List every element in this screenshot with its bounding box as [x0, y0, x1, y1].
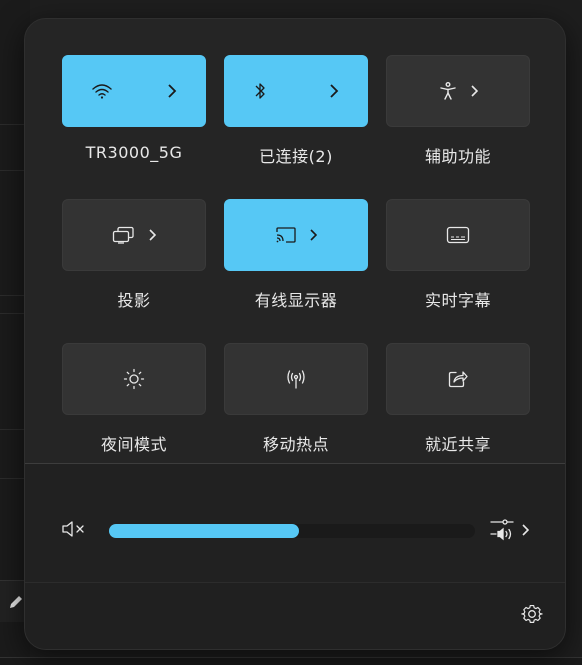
taskbar-edge	[0, 657, 582, 665]
night-light-tile[interactable]	[62, 343, 206, 415]
cast-label: 有线显示器	[254, 291, 338, 310]
project-tile[interactable]	[62, 199, 206, 271]
captions-label: 实时字幕	[424, 291, 491, 310]
hotspot-tile[interactable]	[224, 343, 368, 415]
quick-settings-grid: TR3000_5G 已连接(2) 辅助功能 投影 有线显示器 实时字幕 夜间模式…	[62, 55, 530, 487]
accessibility-icon	[438, 81, 458, 101]
bluetooth-tile[interactable]	[224, 55, 368, 127]
wifi-tile[interactable]	[62, 55, 206, 127]
tile-cell-accessibility: 辅助功能	[386, 55, 530, 199]
volume-slider-fill	[109, 524, 300, 538]
bluetooth-icon	[253, 81, 267, 101]
quick-settings-panel: TR3000_5G 已连接(2) 辅助功能 投影 有线显示器 实时字幕 夜间模式…	[24, 18, 566, 650]
wifi-icon	[91, 82, 113, 100]
audio-output-chevron-right-icon	[521, 522, 530, 541]
gear-icon[interactable]	[521, 603, 543, 629]
wifi-chevron-right-icon[interactable]	[167, 83, 177, 99]
bluetooth-chevron-right-icon[interactable]	[329, 83, 339, 99]
project-icon	[112, 226, 136, 244]
accessibility-label: 辅助功能	[424, 147, 491, 166]
speaker-muted-icon[interactable]	[61, 520, 87, 542]
hotspot-label: 移动热点	[262, 435, 329, 454]
cast-tile[interactable]	[224, 199, 368, 271]
tile-cell-bluetooth: 已连接(2)	[224, 55, 368, 199]
audio-output-icon	[489, 517, 515, 545]
volume-slider[interactable]	[109, 524, 475, 538]
audio-output-button[interactable]	[489, 517, 530, 545]
bluetooth-label: 已连接(2)	[259, 147, 333, 166]
nearby-share-label: 就近共享	[424, 435, 491, 454]
project-chevron-right-icon[interactable]	[148, 228, 156, 242]
volume-section	[25, 464, 565, 584]
tile-cell-project: 投影	[62, 199, 206, 343]
accessibility-tile[interactable]	[386, 55, 530, 127]
wifi-label: TR3000_5G	[85, 143, 183, 162]
captions-icon	[446, 226, 470, 244]
volume-row	[61, 516, 531, 546]
hotspot-icon	[285, 369, 307, 389]
captions-tile[interactable]	[386, 199, 530, 271]
nearby-share-tile[interactable]	[386, 343, 530, 415]
cast-chevron-right-icon[interactable]	[309, 228, 317, 242]
panel-footer	[25, 582, 565, 649]
project-label: 投影	[117, 291, 151, 310]
brightness-icon	[123, 368, 145, 390]
tile-cell-cast: 有线显示器	[224, 199, 368, 343]
share-icon	[447, 369, 469, 389]
cast-icon	[275, 226, 297, 244]
accessibility-chevron-right-icon[interactable]	[470, 84, 478, 98]
tile-cell-wifi: TR3000_5G	[62, 55, 206, 199]
tile-cell-captions: 实时字幕	[386, 199, 530, 343]
night-light-label: 夜间模式	[100, 435, 167, 454]
